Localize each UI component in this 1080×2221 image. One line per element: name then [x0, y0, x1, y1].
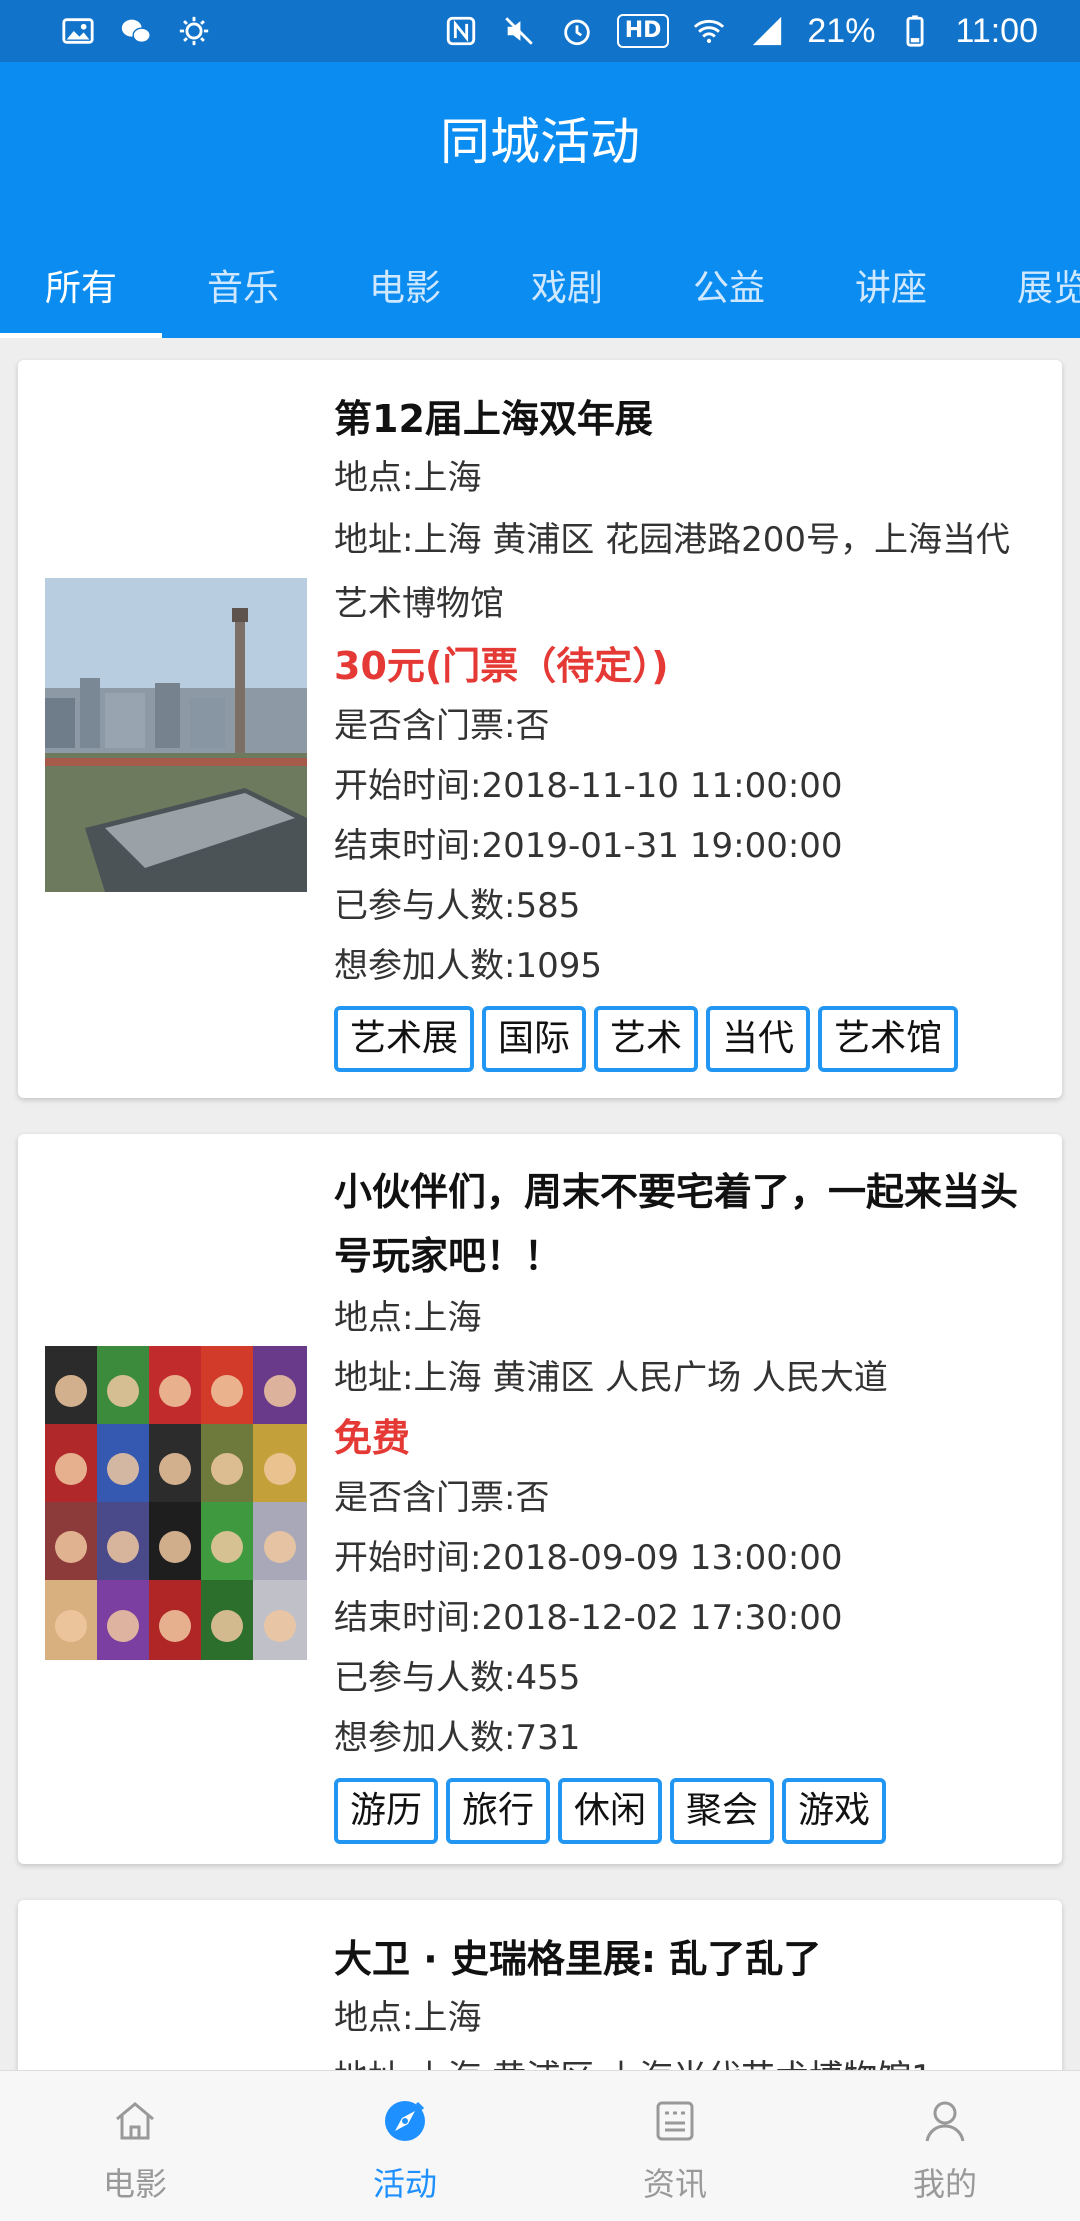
nfc-icon: [443, 13, 479, 49]
event-thumbnail[interactable]: [45, 1346, 307, 1660]
tag[interactable]: 国际: [482, 1006, 587, 1072]
bottom-nav: 电影 活动 资讯 我的: [0, 2070, 1080, 2221]
tab-drama[interactable]: 戏剧: [486, 244, 648, 338]
event-price: 免费: [334, 1416, 411, 1460]
tab-music[interactable]: 音乐: [162, 244, 324, 338]
tag[interactable]: 聚会: [670, 1778, 775, 1844]
event-start-time: 开始时间:2018-09-09 13:00:00: [334, 1538, 843, 1578]
event-thumbnail[interactable]: [45, 578, 307, 892]
nav-label: 活动: [372, 2165, 437, 2203]
tag[interactable]: 艺术展: [334, 1006, 475, 1072]
user-icon: [921, 2097, 969, 2145]
event-card[interactable]: 大卫 · 史瑞格里展: 乱了乱了 地点:上海 地址:上海 黄浦区 上海当代艺术博…: [18, 1900, 1062, 2070]
event-card[interactable]: 小伙伴们，周末不要宅着了，一起来当头号玩家吧！！ 地点:上海 地址:上海 黄浦区…: [18, 1134, 1062, 1864]
page-title: 同城活动: [440, 113, 640, 171]
nav-label: 我的: [912, 2165, 977, 2203]
event-tags: 游历 旅行 休闲 聚会 游戏: [334, 1778, 1034, 1844]
event-info: 大卫 · 史瑞格里展: 乱了乱了 地点:上海 地址:上海 黄浦区 上海当代艺术博…: [334, 1930, 1034, 2070]
event-joined-count: 已参与人数:585: [334, 886, 581, 926]
status-bar: HD 21% 11:00: [0, 0, 1080, 62]
nav-profile[interactable]: 我的: [810, 2071, 1080, 2221]
event-list[interactable]: 第12届上海双年展 地点:上海 地址:上海 黄浦区 花园港路200号，上海当代艺…: [0, 338, 1080, 2070]
event-title[interactable]: 第12届上海双年展: [334, 390, 1034, 448]
event-address: 地址:上海 黄浦区 上海当代艺术博物馆1: [334, 2048, 1034, 2070]
tab-charity[interactable]: 公益: [648, 244, 810, 338]
tag[interactable]: 艺术: [594, 1006, 699, 1072]
event-end-time: 结束时间:2018-12-02 17:30:00: [334, 1598, 843, 1638]
event-tags: 艺术展 国际 艺术 当代 艺术馆: [334, 1006, 1034, 1072]
nav-movie[interactable]: 电影: [0, 2071, 270, 2221]
event-title[interactable]: 大卫 · 史瑞格里展: 乱了乱了: [334, 1930, 1034, 1988]
event-end-time: 结束时间:2019-01-31 19:00:00: [334, 826, 843, 866]
event-info: 第12届上海双年展 地点:上海 地址:上海 黄浦区 花园港路200号，上海当代艺…: [334, 390, 1034, 1072]
alarm-icon: [559, 13, 595, 49]
event-location: 地点:上海: [334, 458, 482, 498]
gallery-icon: [60, 13, 96, 49]
event-card[interactable]: 第12届上海双年展 地点:上海 地址:上海 黄浦区 花园港路200号，上海当代艺…: [18, 360, 1062, 1098]
tab-exhibition[interactable]: 展览: [972, 244, 1080, 338]
wifi-icon: [691, 13, 727, 49]
tab-movie[interactable]: 电影: [324, 244, 486, 338]
news-icon: [651, 2097, 699, 2145]
mute-icon: [501, 13, 537, 49]
compass-icon: [381, 2097, 429, 2145]
tab-lecture[interactable]: 讲座: [810, 244, 972, 338]
tag[interactable]: 当代: [706, 1006, 811, 1072]
event-location: 地点:上海: [334, 1998, 482, 2038]
event-interested-count: 想参加人数:1095: [334, 946, 602, 986]
tag[interactable]: 艺术馆: [818, 1006, 959, 1072]
clock: 11:00: [955, 11, 1038, 50]
app-header: 同城活动 所有 音乐 电影 戏剧 公益 讲座 展览: [0, 62, 1080, 338]
event-ticket-included: 是否含门票:否: [334, 706, 550, 746]
battery-percent: 21%: [807, 11, 876, 50]
tag[interactable]: 休闲: [558, 1778, 663, 1844]
event-address: 地址:上海 黄浦区 花园港路200号，上海当代艺术博物馆: [334, 520, 1010, 624]
tag[interactable]: 游戏: [782, 1778, 887, 1844]
event-joined-count: 已参与人数:455: [334, 1658, 581, 1698]
event-info: 小伙伴们，周末不要宅着了，一起来当头号玩家吧！！ 地点:上海 地址:上海 黄浦区…: [334, 1160, 1034, 1844]
event-interested-count: 想参加人数:731: [334, 1718, 581, 1758]
event-title[interactable]: 小伙伴们，周末不要宅着了，一起来当头号玩家吧！！: [334, 1160, 1034, 1288]
nav-activity[interactable]: 活动: [270, 2071, 540, 2221]
battery-icon: [897, 13, 933, 49]
signal-icon: [749, 13, 785, 49]
event-price: 30元(门票（待定）): [334, 644, 669, 688]
tab-all[interactable]: 所有: [0, 244, 162, 338]
tag[interactable]: 游历: [334, 1778, 439, 1844]
event-address: 地址:上海 黄浦区 人民广场 人民大道: [334, 1358, 888, 1398]
home-icon: [111, 2097, 159, 2145]
category-tabs: 所有 音乐 电影 戏剧 公益 讲座 展览: [0, 244, 1080, 338]
event-location: 地点:上海: [334, 1298, 482, 1338]
nav-news[interactable]: 资讯: [540, 2071, 810, 2221]
weather-icon: [176, 13, 212, 49]
event-start-time: 开始时间:2018-11-10 11:00:00: [334, 766, 843, 806]
tag[interactable]: 旅行: [446, 1778, 551, 1844]
nav-label: 资讯: [642, 2165, 707, 2203]
wechat-icon: [118, 13, 154, 49]
hd-badge: HD: [616, 14, 670, 48]
nav-label: 电影: [102, 2165, 167, 2203]
event-ticket-included: 是否含门票:否: [334, 1478, 550, 1518]
